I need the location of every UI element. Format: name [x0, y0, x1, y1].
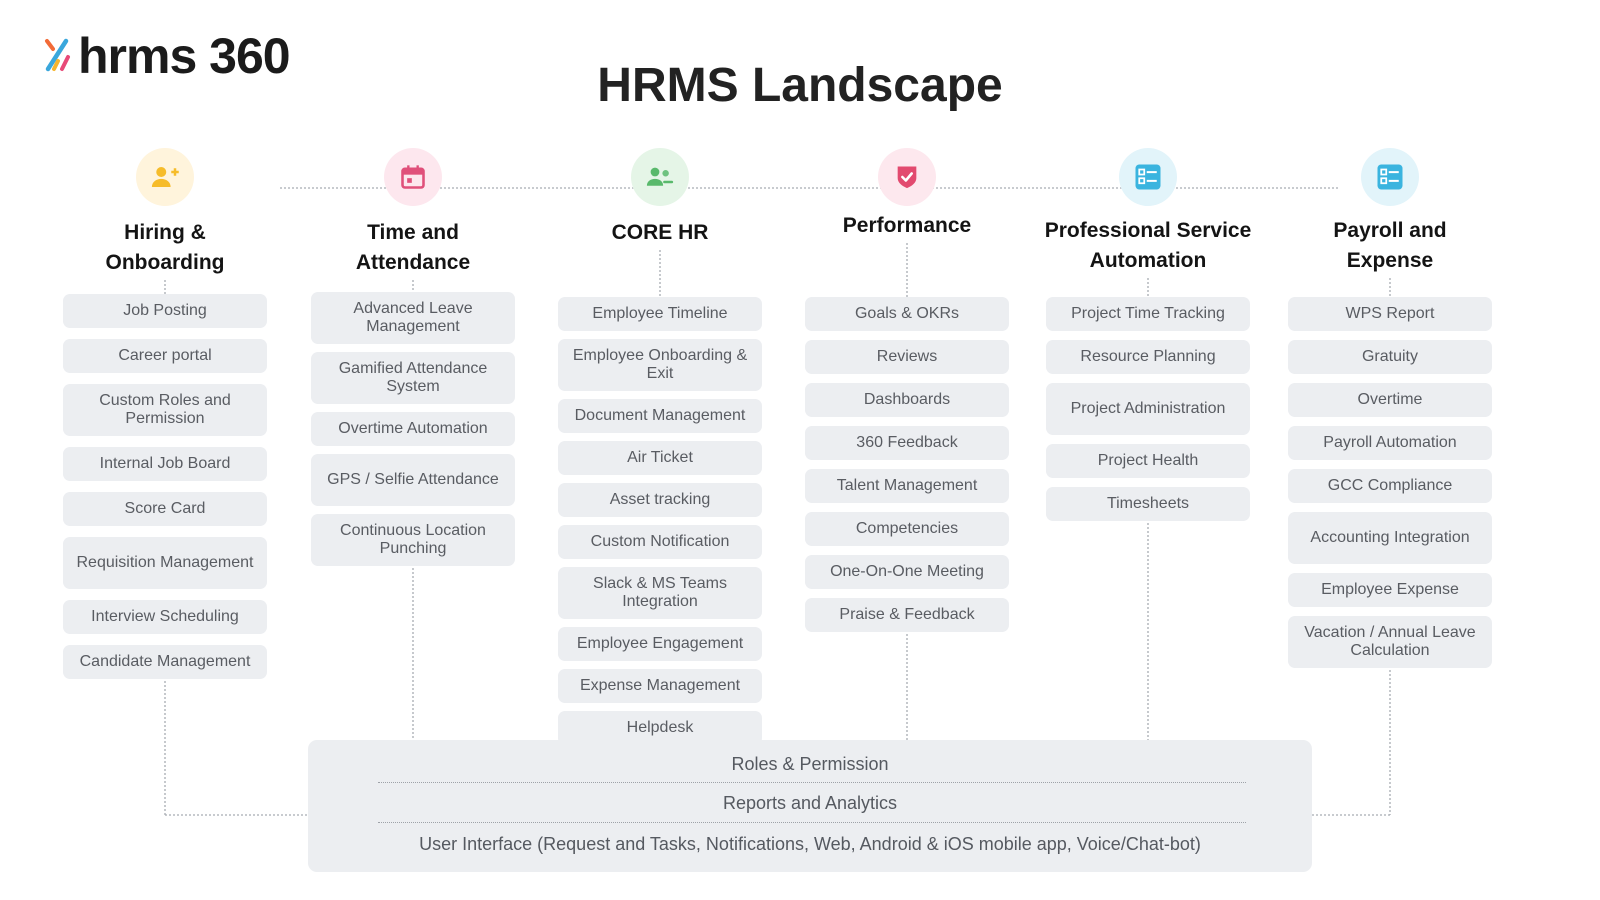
column-title-line: Automation — [1089, 249, 1207, 272]
column-title-line: Onboarding — [105, 251, 225, 274]
feature-item: GPS / Selfie Attendance — [311, 454, 515, 506]
feature-item: Timesheets — [1046, 487, 1250, 521]
platform-divider — [378, 782, 1246, 783]
list-board-icon — [1119, 148, 1177, 206]
feature-item: Employee Expense — [1288, 573, 1492, 607]
feature-item: Career portal — [63, 339, 267, 373]
column-title-payroll-and-expense: Payroll and Expense — [1270, 216, 1510, 276]
column-title-line: Payroll and — [1333, 219, 1447, 242]
platform-reports: Reports and Analytics — [722, 793, 898, 813]
column-title-line: CORE HR — [611, 221, 709, 244]
column-title-time-and-attendance: Time and Attendance — [293, 218, 533, 278]
column-title-professional-service-automation: Professional Service Automation — [1028, 216, 1268, 276]
column-title-hiring-onboarding: Hiring & Onboarding — [45, 218, 285, 278]
feature-item: Job Posting — [63, 294, 267, 328]
column-title-line: Time and — [367, 221, 459, 244]
feature-item: Project Administration — [1046, 383, 1250, 435]
feature-item: Gamified Attendance System — [311, 352, 515, 404]
feature-item: Accounting Integration — [1288, 512, 1492, 564]
platform-user-interface: User Interface (Request and Tasks, Notif… — [419, 834, 1201, 854]
feature-item: Interview Scheduling — [63, 600, 267, 634]
feature-item: Candidate Management — [63, 645, 267, 679]
feature-item: Talent Management — [805, 469, 1009, 503]
feature-item: 360 Feedback — [805, 426, 1009, 460]
column-title-line: Hiring & — [124, 221, 206, 244]
feature-item: Slack & MS Teams Integration — [558, 567, 762, 619]
shield-check-icon — [878, 148, 936, 206]
feature-item: Resource Planning — [1046, 340, 1250, 374]
user-add-icon — [136, 148, 194, 206]
feature-item: Document Management — [558, 399, 762, 433]
platform-panel: Roles & Permission Reports and Analytics… — [308, 740, 1312, 872]
feature-item: Competencies — [805, 512, 1009, 546]
feature-item: Praise & Feedback — [805, 598, 1009, 632]
calendar-icon — [384, 148, 442, 206]
feature-item: Expense Management — [558, 669, 762, 703]
column-title-line: Expense — [1346, 249, 1434, 272]
platform-roles: Roles & Permission — [731, 754, 889, 774]
feature-item: Score Card — [63, 492, 267, 526]
feature-item: Asset tracking — [558, 483, 762, 517]
feature-item: One-On-One Meeting — [805, 555, 1009, 589]
feature-item: GCC Compliance — [1288, 469, 1492, 503]
feature-item: Project Time Tracking — [1046, 297, 1250, 331]
list-board-icon — [1361, 148, 1419, 206]
platform-divider — [378, 822, 1246, 823]
feature-item: Vacation / Annual Leave Calculation — [1288, 616, 1492, 668]
users-icon — [631, 148, 689, 206]
column-title-line: Professional Service — [1044, 219, 1252, 242]
feature-item: Reviews — [805, 340, 1009, 374]
feature-item: Dashboards — [805, 383, 1009, 417]
feature-item: Employee Timeline — [558, 297, 762, 331]
feature-item: Payroll Automation — [1288, 426, 1492, 460]
page-title: HRMS Landscape — [597, 59, 1003, 112]
column-title-core-hr: CORE HR — [540, 218, 780, 248]
feature-item: Overtime — [1288, 383, 1492, 417]
feature-item: Gratuity — [1288, 340, 1492, 374]
feature-item: Requisition Management — [63, 537, 267, 589]
feature-item: Advanced Leave Management — [311, 292, 515, 344]
feature-item: Project Health — [1046, 444, 1250, 478]
feature-item: WPS Report — [1288, 297, 1492, 331]
feature-item: Employee Onboarding & Exit — [558, 339, 762, 391]
feature-item: Overtime Automation — [311, 412, 515, 446]
feature-item: Custom Roles and Permission — [63, 384, 267, 436]
feature-item: Employee Engagement — [558, 627, 762, 661]
feature-item: Continuous Location Punching — [311, 514, 515, 566]
feature-item: Goals & OKRs — [805, 297, 1009, 331]
feature-item: Air Ticket — [558, 441, 762, 475]
column-title-performance: Performance — [787, 211, 1027, 241]
feature-item: Custom Notification — [558, 525, 762, 559]
column-title-line: Attendance — [355, 251, 471, 274]
feature-item: Internal Job Board — [63, 447, 267, 481]
column-title-line: Performance — [842, 214, 972, 237]
